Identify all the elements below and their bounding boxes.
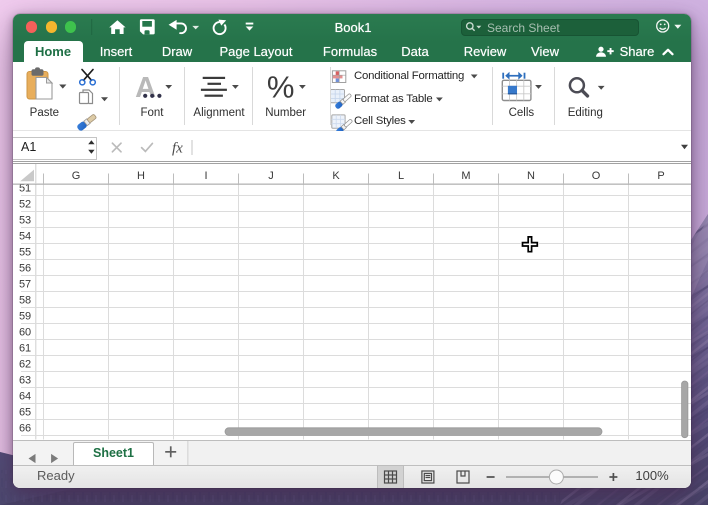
- svg-text:61: 61: [19, 343, 31, 355]
- svg-text:K: K: [332, 170, 340, 182]
- svg-text:P: P: [657, 170, 664, 182]
- svg-text:53: 53: [19, 215, 31, 227]
- svg-text:55: 55: [19, 247, 31, 259]
- svg-text:H: H: [137, 170, 145, 182]
- svg-text:60: 60: [19, 327, 31, 339]
- svg-text:I: I: [204, 170, 207, 182]
- svg-text:G: G: [72, 170, 81, 182]
- svg-text:O: O: [592, 170, 601, 182]
- svg-text:A: A: [135, 72, 156, 104]
- svg-text:%: %: [267, 70, 295, 105]
- svg-text:J: J: [268, 170, 274, 182]
- svg-text:N: N: [527, 170, 535, 182]
- svg-text:63: 63: [19, 375, 31, 387]
- svg-text:65: 65: [19, 407, 31, 419]
- svg-text:66: 66: [19, 423, 31, 435]
- svg-text:L: L: [398, 170, 404, 182]
- svg-text:62: 62: [19, 359, 31, 371]
- svg-text:58: 58: [19, 295, 31, 307]
- svg-text:59: 59: [19, 311, 31, 323]
- svg-text:52: 52: [19, 199, 31, 211]
- svg-text:64: 64: [19, 391, 31, 403]
- svg-text:57: 57: [19, 279, 31, 291]
- svg-text:54: 54: [19, 231, 31, 243]
- svg-text:M: M: [461, 170, 470, 182]
- svg-text:56: 56: [19, 263, 31, 275]
- svg-text:fx: fx: [172, 141, 183, 157]
